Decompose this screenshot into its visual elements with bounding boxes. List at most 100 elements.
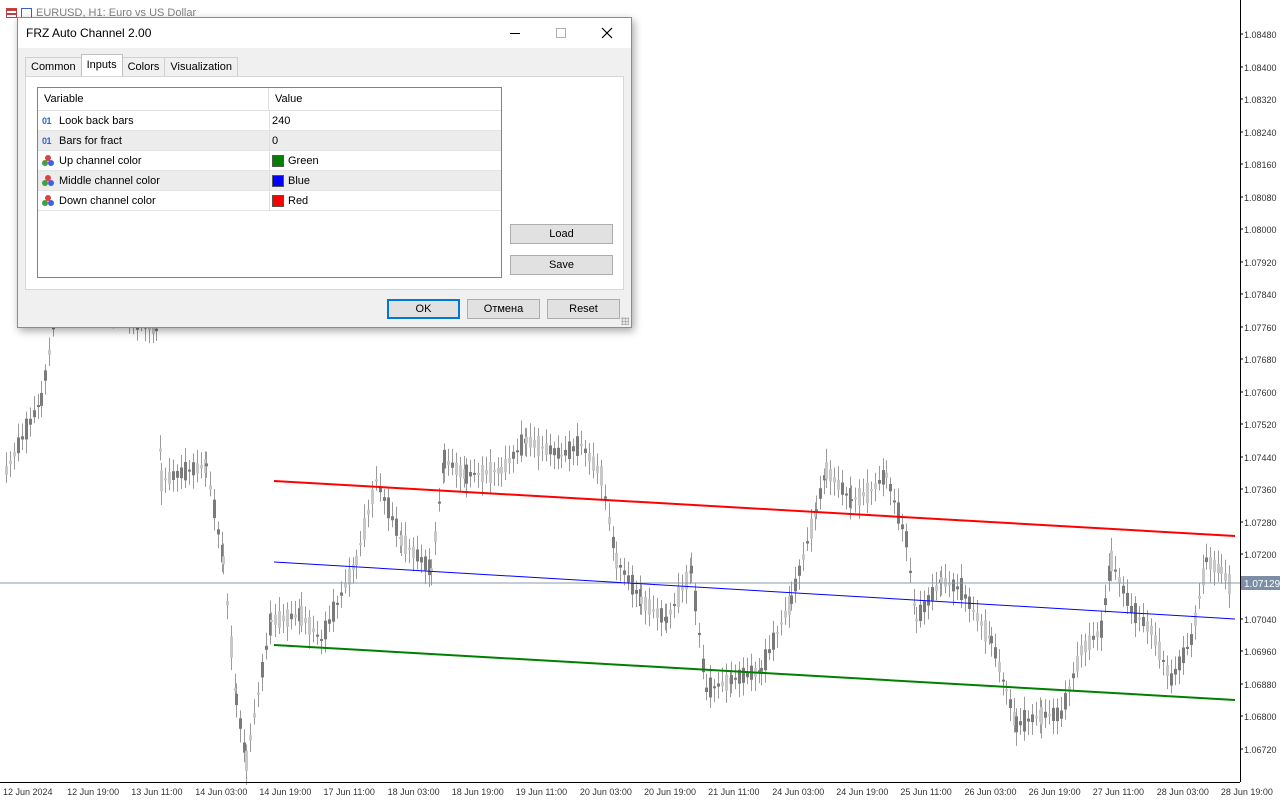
row-variable: Up channel color bbox=[59, 154, 142, 167]
candle-body bbox=[1174, 668, 1177, 675]
row-value[interactable]: Green bbox=[288, 155, 319, 167]
color-swatch[interactable] bbox=[272, 174, 284, 187]
candle-body bbox=[717, 683, 720, 687]
candle-body bbox=[159, 448, 162, 452]
candle-body bbox=[29, 418, 32, 425]
candle-body bbox=[367, 509, 370, 515]
row-value[interactable]: Blue bbox=[288, 175, 310, 187]
candle-body bbox=[304, 617, 307, 623]
reset-button[interactable]: Reset bbox=[547, 299, 620, 319]
candle-body bbox=[905, 531, 908, 548]
candle-body bbox=[1015, 716, 1018, 733]
candle-body bbox=[576, 436, 579, 456]
candle-body bbox=[631, 574, 634, 595]
candle-body bbox=[935, 585, 938, 592]
chart-menu-icon[interactable] bbox=[6, 8, 17, 18]
minimize-button[interactable] bbox=[492, 18, 538, 48]
tab-visualization[interactable]: Visualization bbox=[164, 57, 238, 76]
time-tick-label: 18 Jun 03:00 bbox=[388, 787, 440, 797]
up-channel-line bbox=[273, 480, 1236, 537]
candle-body bbox=[1002, 679, 1005, 682]
candle-body bbox=[833, 477, 836, 483]
candle-body bbox=[596, 465, 599, 473]
candle-body bbox=[1076, 655, 1079, 672]
resize-grip-icon[interactable] bbox=[621, 317, 629, 325]
table-row[interactable]: Up channel color Green bbox=[38, 151, 501, 171]
candle-body bbox=[245, 750, 248, 771]
time-tick-label: 20 Jun 19:00 bbox=[644, 787, 696, 797]
candle-body bbox=[1205, 557, 1208, 563]
color-palette-icon bbox=[42, 155, 54, 166]
candle-body bbox=[841, 482, 844, 495]
tab-inputs[interactable]: Inputs bbox=[80, 54, 123, 76]
save-button[interactable]: Save bbox=[510, 255, 613, 275]
row-value-cell[interactable]: Blue bbox=[269, 171, 310, 190]
candle-body bbox=[516, 450, 519, 453]
candle-body bbox=[168, 471, 171, 484]
row-variable: Down channel color bbox=[59, 194, 156, 207]
candle-body bbox=[1110, 550, 1113, 572]
candle-body bbox=[721, 681, 724, 687]
tab-colors[interactable]: Colors bbox=[121, 57, 166, 76]
candle-body bbox=[387, 497, 390, 519]
table-row[interactable]: 01 Bars for fract 0 bbox=[38, 131, 501, 151]
time-tick-label: 19 Jun 11:00 bbox=[516, 787, 567, 797]
candle-body bbox=[660, 608, 663, 623]
close-icon bbox=[601, 27, 613, 39]
candle-body bbox=[850, 499, 853, 502]
candle-body bbox=[798, 565, 801, 576]
row-value[interactable]: Red bbox=[288, 195, 308, 207]
candle-body bbox=[420, 557, 423, 563]
row-variable: Look back bars bbox=[59, 114, 134, 127]
candle-body bbox=[37, 405, 40, 408]
price-tick-label: 1.06800 bbox=[1244, 712, 1277, 722]
color-swatch[interactable] bbox=[272, 154, 284, 167]
time-tick-label: 24 Jun 19:00 bbox=[836, 787, 888, 797]
ok-button[interactable]: OK bbox=[387, 299, 460, 319]
tab-common[interactable]: Common bbox=[25, 57, 82, 76]
close-button[interactable] bbox=[584, 18, 630, 48]
candle-body bbox=[588, 453, 591, 462]
header-variable[interactable]: Variable bbox=[38, 88, 84, 110]
candle-body bbox=[549, 445, 552, 455]
time-tick-label: 26 Jun 19:00 bbox=[1029, 787, 1081, 797]
row-value-cell[interactable]: 0 bbox=[269, 131, 278, 150]
price-tick-label: 1.06880 bbox=[1244, 680, 1277, 690]
candle-body bbox=[580, 444, 583, 447]
candle-body bbox=[1100, 620, 1103, 638]
candle-body bbox=[363, 518, 366, 540]
color-palette-icon bbox=[42, 175, 54, 186]
candle-body bbox=[290, 613, 293, 620]
cancel-button[interactable]: Отмена bbox=[467, 299, 540, 319]
candle-body bbox=[217, 529, 220, 535]
candle-body bbox=[1104, 598, 1107, 606]
candle-body bbox=[533, 439, 536, 448]
header-value[interactable]: Value bbox=[269, 88, 302, 110]
row-value[interactable]: 240 bbox=[272, 115, 290, 127]
candle-body bbox=[1198, 596, 1201, 599]
candle-body bbox=[1158, 641, 1161, 660]
table-row[interactable]: 01 Look back bars 240 bbox=[38, 111, 501, 131]
candle-body bbox=[1084, 640, 1087, 653]
dialog-titlebar[interactable]: FRZ Auto Channel 2.00 bbox=[18, 18, 631, 48]
candle-body bbox=[1162, 659, 1165, 662]
time-tick-label: 28 Jun 03:00 bbox=[1157, 787, 1209, 797]
table-row[interactable]: Middle channel color Blue bbox=[38, 171, 501, 191]
load-button[interactable]: Load bbox=[510, 224, 613, 244]
candle-body bbox=[1052, 707, 1055, 721]
candle-body bbox=[1182, 647, 1185, 664]
candle-body bbox=[253, 713, 256, 718]
candle-body bbox=[889, 484, 892, 492]
row-value[interactable]: 0 bbox=[272, 135, 278, 147]
row-value-cell[interactable]: Green bbox=[269, 151, 319, 170]
row-value-cell[interactable]: 240 bbox=[269, 111, 290, 130]
candlestick-series bbox=[5, 261, 1231, 785]
candle-body bbox=[705, 687, 708, 693]
color-swatch[interactable] bbox=[272, 194, 284, 207]
candle-body bbox=[1019, 721, 1022, 726]
row-value-cell[interactable]: Red bbox=[269, 191, 308, 210]
candle-body bbox=[209, 485, 212, 490]
table-row[interactable]: Down channel color Red bbox=[38, 191, 501, 211]
candle-body bbox=[545, 443, 548, 455]
candle-body bbox=[192, 462, 195, 476]
